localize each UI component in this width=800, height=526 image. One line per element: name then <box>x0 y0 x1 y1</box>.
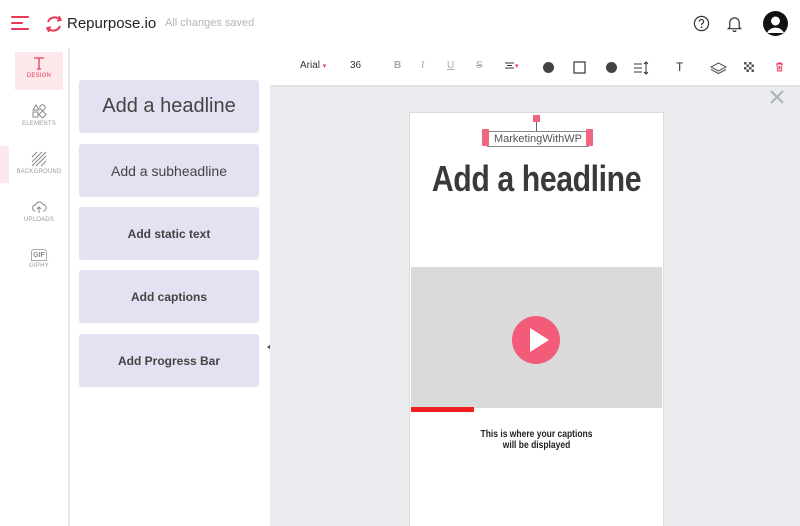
top-header: Repurpose.io All changes saved <box>0 0 800 48</box>
play-button[interactable] <box>512 316 560 364</box>
rail-accent <box>0 146 9 183</box>
text-toolbar: Arial ▾ 36 B I U S ▾ T <box>270 48 800 87</box>
rail-label-giphy: GIPHY <box>29 263 49 269</box>
caption-line-2: will be displayed <box>502 440 571 451</box>
italic-button[interactable]: I <box>421 60 424 71</box>
close-icon[interactable] <box>769 89 785 105</box>
resize-handle-right[interactable] <box>586 129 593 146</box>
rotate-handle-line <box>536 122 537 131</box>
add-headline-button[interactable]: Add a headline <box>79 80 259 133</box>
rail-item-design[interactable]: DESIGN <box>15 52 63 90</box>
rail-label-elements: ELEMENTS <box>22 121 56 127</box>
trash-icon[interactable] <box>775 62 784 72</box>
resize-handle-left[interactable] <box>482 129 489 146</box>
play-icon <box>530 328 549 352</box>
strikethrough-button[interactable]: S <box>476 60 483 71</box>
outline-color-icon[interactable] <box>605 61 618 74</box>
rail-label-design: DESIGN <box>26 73 52 79</box>
canvas-headline[interactable]: Add a headline <box>430 158 643 200</box>
align-center-icon <box>505 62 514 69</box>
rail-item-background[interactable]: BACKGROUND <box>15 148 63 186</box>
design-panel: Add a headline Add a subheadline Add sta… <box>70 48 270 526</box>
user-avatar[interactable] <box>763 11 788 36</box>
underline-button[interactable]: U <box>447 60 454 71</box>
bold-button[interactable]: B <box>394 60 401 71</box>
text-transform-button[interactable]: T <box>676 60 683 74</box>
logo-icon <box>45 15 63 33</box>
save-status: All changes saved <box>165 17 255 29</box>
add-progress-bar-button[interactable]: Add Progress Bar <box>79 334 259 387</box>
font-family-select[interactable]: Arial ▾ <box>300 60 326 71</box>
caret-down-icon: ▾ <box>515 63 519 71</box>
text-t-icon <box>34 57 44 70</box>
brand-name: Repurpose.io <box>67 15 157 32</box>
caption-text[interactable]: This is where your captions will be disp… <box>429 429 644 451</box>
caret-down-icon: ▾ <box>322 63 327 70</box>
progress-bar <box>411 407 474 412</box>
hatch-icon <box>31 151 47 167</box>
transparency-icon[interactable] <box>744 62 754 72</box>
watermark-text[interactable]: MarketingWithWP <box>487 131 589 147</box>
rail-item-elements[interactable]: ELEMENTS <box>15 100 63 138</box>
text-color-icon[interactable] <box>542 61 555 74</box>
caption-line-1: This is where your captions <box>480 429 593 440</box>
shapes-icon <box>32 104 47 119</box>
align-select[interactable]: ▾ <box>504 60 519 71</box>
add-captions-button[interactable]: Add captions <box>79 270 259 323</box>
add-static-text-button[interactable]: Add static text <box>79 207 259 260</box>
line-height-icon[interactable] <box>633 61 649 75</box>
gif-icon: GIF <box>31 249 47 261</box>
menu-icon[interactable] <box>11 16 29 30</box>
rail-item-giphy[interactable]: GIF GIPHY <box>15 244 63 282</box>
cloud-upload-icon <box>32 201 47 213</box>
rail-label-background: BACKGROUND <box>16 169 62 175</box>
background-box-icon[interactable] <box>573 61 586 74</box>
layers-icon[interactable] <box>710 61 727 75</box>
left-nav-rail: DESIGN ELEMENTS BACKGROUND UPLOADS GIF G… <box>0 48 68 526</box>
rotate-handle[interactable] <box>533 115 540 122</box>
bell-icon[interactable] <box>726 15 743 32</box>
help-icon[interactable] <box>693 15 710 32</box>
rail-item-uploads[interactable]: UPLOADS <box>15 196 63 234</box>
font-family-value: Arial <box>300 60 321 71</box>
add-subheadline-button[interactable]: Add a subheadline <box>79 144 259 197</box>
font-size-input[interactable]: 36 <box>350 60 361 71</box>
rail-label-uploads: UPLOADS <box>23 217 55 223</box>
